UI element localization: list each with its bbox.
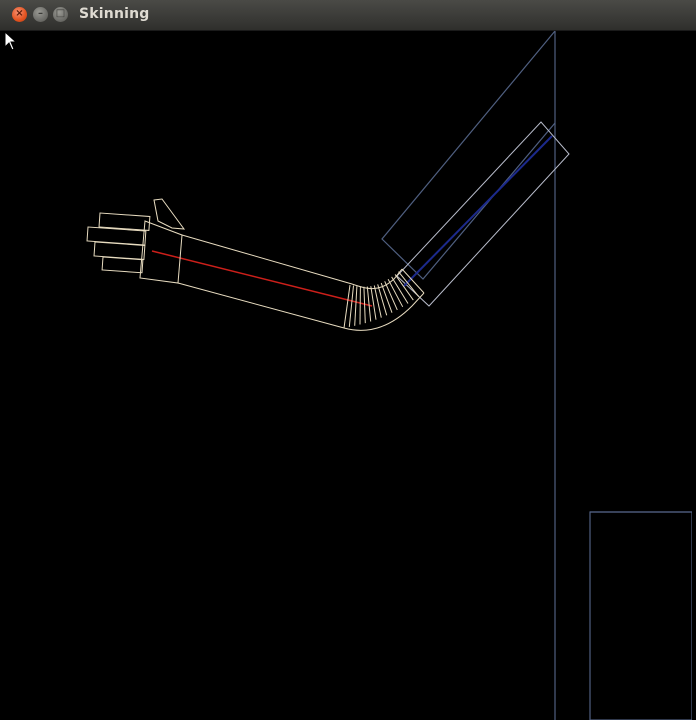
application-window: × – □ Skinning (0, 0, 696, 720)
thumb (153, 198, 186, 230)
elbow-ring-line (343, 284, 351, 329)
pointer-arrow-icon (4, 31, 18, 51)
minimize-window-button[interactable]: – (33, 7, 48, 22)
upper-arm-bone (151, 250, 373, 307)
outer-bounding-box (381, 31, 556, 280)
elbow-ring-line (363, 286, 366, 324)
elbow-ring-line (354, 286, 358, 326)
finger-4 (101, 256, 144, 274)
elbow-ring-line (348, 285, 354, 327)
title-bar[interactable]: × – □ Skinning (0, 0, 696, 31)
arm-skin-mesh (86, 198, 425, 331)
forearm-bone (403, 135, 553, 287)
elbow-ring-line (366, 286, 372, 322)
elbow-inner-edge (351, 268, 403, 290)
maximize-window-button[interactable]: □ (53, 7, 68, 22)
render-canvas[interactable] (4, 31, 692, 720)
skinning-scene (86, 31, 692, 720)
window-title: Skinning (79, 6, 150, 22)
elbow-ring-line (377, 284, 388, 316)
upper-arm-bottom-edge (177, 282, 345, 329)
secondary-viewport-frame (589, 511, 692, 720)
elbow-ring-line (380, 282, 393, 313)
finger-3 (93, 241, 146, 260)
close-window-button[interactable]: × (12, 7, 27, 22)
upper-arm-top-edge (181, 234, 353, 285)
